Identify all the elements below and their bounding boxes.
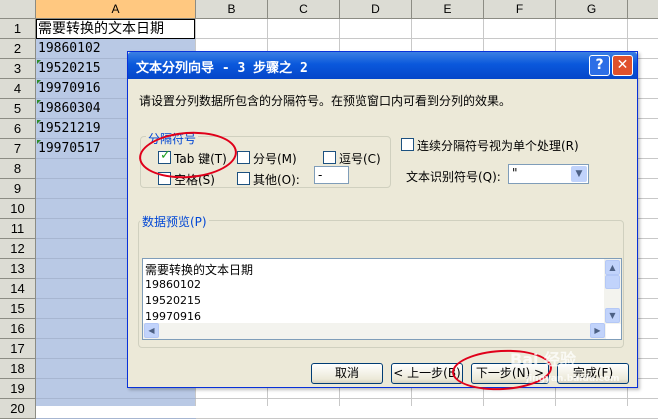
preview-row: 19860102 — [145, 278, 201, 291]
column-header-h[interactable] — [628, 0, 658, 19]
text-number-indicator-icon — [37, 80, 41, 84]
row-header[interactable]: 6 — [0, 119, 36, 139]
row-header[interactable]: 5 — [0, 99, 36, 119]
column-header-g[interactable]: G — [556, 0, 628, 19]
text-number-indicator-icon — [37, 120, 41, 124]
preview-group-label: 数据预览(P) — [140, 213, 209, 230]
select-all-corner[interactable] — [0, 0, 36, 19]
other-delimiter-input[interactable]: - — [314, 166, 349, 184]
grid-row-line — [196, 38, 658, 39]
column-header-a[interactable]: A — [36, 0, 196, 19]
text-number-indicator-icon — [37, 60, 41, 64]
scroll-left-icon[interactable]: ◀ — [144, 323, 159, 338]
cell-a1[interactable]: 需要转换的文本日期 — [38, 19, 164, 39]
consecutive-delimiters-label[interactable]: 连续分隔符号视为单个处理(R) — [417, 137, 579, 154]
row-header[interactable]: 18 — [0, 359, 36, 379]
row-header[interactable]: 3 — [0, 59, 36, 79]
chevron-down-icon[interactable]: ▼ — [571, 166, 587, 182]
dialog-title-bar[interactable]: 文本分列向导 - 3 步骤之 2 ? ✕ — [128, 52, 637, 79]
data-preview-pane[interactable]: 需要转换的文本日期 19860102 19520215 19970916 ▲ ▼… — [142, 258, 622, 340]
preview-row: 19520215 — [145, 294, 201, 307]
cell-a2[interactable]: 19860102 — [38, 39, 101, 59]
row-header[interactable]: 16 — [0, 319, 36, 339]
cell-a3[interactable]: 19520215 — [38, 59, 101, 79]
preview-row: 需要转换的文本日期 — [145, 263, 254, 277]
text-number-indicator-icon — [37, 100, 41, 104]
semicolon-label[interactable]: 分号(M) — [253, 150, 297, 167]
cell-a4[interactable]: 19970916 — [38, 79, 101, 99]
row-header[interactable]: 7 — [0, 139, 36, 159]
row-header[interactable]: 8 — [0, 159, 36, 179]
comma-label[interactable]: 逗号(C) — [339, 150, 381, 167]
row-header[interactable]: 12 — [0, 239, 36, 259]
row-header[interactable]: 2 — [0, 39, 36, 59]
column-header-c[interactable]: C — [268, 0, 340, 19]
instructions-text: 请设置分列数据所包含的分隔符号。在预览窗口内可看到分列的效果。 — [139, 94, 512, 108]
row-header[interactable]: 19 — [0, 379, 36, 399]
cancel-button[interactable]: 取消 — [311, 363, 383, 384]
row-header[interactable]: 17 — [0, 339, 36, 359]
row-header[interactable]: 14 — [0, 279, 36, 299]
preview-row: 19970916 — [145, 310, 201, 323]
text-import-wizard-dialog: 文本分列向导 - 3 步骤之 2 ? ✕ 请设置分列数据所包含的分隔符号。在预览… — [127, 51, 638, 393]
column-header-d[interactable]: D — [340, 0, 412, 19]
comma-checkbox[interactable] — [323, 151, 336, 164]
scroll-up-icon[interactable]: ▲ — [605, 260, 620, 275]
cell-a5[interactable]: 19860304 — [38, 99, 101, 119]
watermark-logo: Bai 经验 — [510, 350, 577, 369]
row-header[interactable]: 4 — [0, 79, 36, 99]
consecutive-delimiters-checkbox[interactable] — [401, 138, 414, 151]
preview-vertical-scrollbar[interactable]: ▲ ▼ — [604, 259, 621, 324]
scroll-down-icon[interactable]: ▼ — [605, 308, 620, 323]
text-qualifier-select[interactable]: " ▼ — [508, 164, 589, 184]
grid-row-line — [196, 398, 658, 399]
dialog-title: 文本分列向导 - 3 步骤之 2 — [136, 61, 308, 76]
row-header[interactable]: 1 — [0, 19, 36, 39]
row-header[interactable]: 11 — [0, 219, 36, 239]
grid-row-line — [36, 398, 196, 399]
row-header[interactable]: 13 — [0, 259, 36, 279]
text-qualifier-label: 文本识别符号(Q): — [406, 170, 501, 184]
row-header[interactable]: 20 — [0, 399, 36, 419]
row-header[interactable]: 9 — [0, 179, 36, 199]
text-qualifier-value: " — [512, 166, 518, 180]
row-header[interactable]: 15 — [0, 299, 36, 319]
text-number-indicator-icon — [37, 140, 41, 144]
help-button[interactable]: ? — [589, 55, 610, 76]
watermark-url: jingyan.baidu.com — [526, 374, 620, 384]
preview-horizontal-scrollbar[interactable]: ◀ ▶ — [143, 323, 606, 339]
column-header-b[interactable]: B — [196, 0, 268, 19]
close-button[interactable]: ✕ — [612, 55, 633, 76]
column-header-e[interactable]: E — [412, 0, 484, 19]
cell-a7[interactable]: 19970517 — [38, 139, 101, 159]
other-label[interactable]: 其他(O): — [253, 171, 300, 188]
semicolon-checkbox[interactable] — [237, 151, 250, 164]
cell-a6[interactable]: 19521219 — [38, 119, 101, 139]
row-header[interactable]: 10 — [0, 199, 36, 219]
column-header-f[interactable]: F — [484, 0, 556, 19]
other-checkbox[interactable] — [237, 172, 250, 185]
scroll-thumb[interactable] — [605, 275, 620, 289]
scroll-right-icon[interactable]: ▶ — [590, 323, 605, 338]
